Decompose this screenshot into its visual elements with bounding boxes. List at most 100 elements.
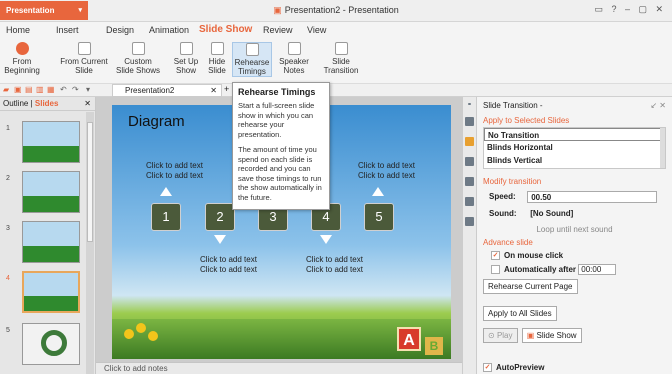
list-item[interactable]: Blinds Vertical xyxy=(484,154,665,167)
rehearse-timings-tooltip: Rehearse Timings Start a full-screen sli… xyxy=(232,82,330,210)
tab-view[interactable]: View xyxy=(307,25,326,35)
layout-icon[interactable] xyxy=(465,157,474,166)
tooltip-paragraph: The amount of time you spend on each sli… xyxy=(238,145,322,202)
document-tab[interactable]: Presentation2 ✕ xyxy=(112,84,222,97)
autopreview-option[interactable]: ✓ AutoPreview xyxy=(483,363,544,372)
hide-slide-icon xyxy=(210,42,224,55)
hide-slide-button[interactable]: Hide Slide xyxy=(205,42,229,75)
redo-icon[interactable]: ↷ xyxy=(72,85,79,94)
on-mouse-click-option[interactable]: ✓ On mouse click xyxy=(483,249,666,263)
speaker-notes-button[interactable]: Speaker Notes xyxy=(276,42,312,75)
up-arrow-icon xyxy=(372,187,384,196)
export-icon[interactable]: ▦ xyxy=(47,85,55,94)
checkbox-checked[interactable]: ✓ xyxy=(483,363,492,372)
diagram-step[interactable]: 5 xyxy=(364,203,394,231)
down-arrow-icon xyxy=(320,235,332,244)
window-controls[interactable]: ▭ ? – ▢ ✕ xyxy=(594,4,666,15)
quick-access-toolbar: ▰ ▣ ▤ ▥ ▦ ↶ ↷ ▾ xyxy=(0,84,672,97)
document-icon[interactable] xyxy=(465,117,474,126)
tab-animation[interactable]: Animation xyxy=(149,25,189,35)
animation-icon[interactable] xyxy=(465,177,474,186)
tooltip-paragraph: Start a full-screen slide show in which … xyxy=(238,101,315,139)
collapse-icon[interactable] xyxy=(468,103,471,105)
backup-icon[interactable] xyxy=(465,217,474,226)
text-placeholder[interactable]: Click to add text Click to add text xyxy=(306,255,363,275)
scrollbar-thumb[interactable] xyxy=(87,122,93,242)
rehearse-current-page-button[interactable]: Rehearse Current Page xyxy=(483,279,578,294)
rehearse-timings-button[interactable]: Rehearse Timings xyxy=(232,42,272,77)
text-placeholder[interactable]: Click to add text Click to add text xyxy=(200,255,257,275)
list-item[interactable]: No Transition xyxy=(484,128,665,141)
loop-checkbox[interactable]: Loop until next sound xyxy=(483,222,666,238)
ribbon: From Beginning From Current Slide Custom Sl… xyxy=(0,40,672,84)
pane-controls[interactable]: ↙ ✕ xyxy=(650,101,666,110)
open-icon[interactable]: ▰ xyxy=(3,85,9,94)
tab-home[interactable]: Home xyxy=(6,25,30,35)
tab-slides[interactable]: Slides xyxy=(35,99,59,108)
play-button[interactable]: ⊙ Play xyxy=(483,328,518,343)
sound-row: Sound: [No Sound] xyxy=(483,205,666,222)
from-beginning-button[interactable]: From Beginning xyxy=(2,42,42,75)
slide-number: 2 xyxy=(6,175,10,182)
list-item[interactable]: Blinds Horizontal xyxy=(484,141,665,154)
text-placeholder[interactable]: Click to add text Click to add text xyxy=(358,161,415,181)
notes-icon xyxy=(287,42,301,55)
tab-insert[interactable]: Insert xyxy=(56,25,79,35)
slide-number: 4 xyxy=(6,275,10,282)
set-up-show-button[interactable]: Set Up Show xyxy=(172,42,200,75)
shapes-icon[interactable] xyxy=(465,137,474,146)
tab-review[interactable]: Review xyxy=(263,25,293,35)
dropdown-icon[interactable]: ▾ xyxy=(86,85,90,94)
tab-design[interactable]: Design xyxy=(106,25,134,35)
diagram-step[interactable]: 1 xyxy=(151,203,181,231)
play-icon: ⊙ xyxy=(488,331,497,340)
auto-time-input[interactable]: 00:00 xyxy=(578,264,617,276)
sound-select[interactable]: [No Sound] xyxy=(527,208,657,220)
document-title: ▣ Presentation2 - Presentation xyxy=(273,5,399,15)
slide-transition-pane: Slide Transition - ↙ ✕ Apply to Selected… xyxy=(476,97,672,374)
custom-show-icon xyxy=(131,42,145,55)
slide-show-button[interactable]: ▣ Slide Show xyxy=(521,328,582,343)
title-bar: Presentation ▾ ▣ Presentation2 - Presenta… xyxy=(0,0,672,22)
tab-outline[interactable]: Outline xyxy=(3,99,28,108)
section-heading: Modify transition xyxy=(483,177,542,186)
undo-icon[interactable]: ↶ xyxy=(60,85,67,94)
slide-thumbnail-4[interactable] xyxy=(22,271,80,313)
text-placeholder[interactable]: Click to add text Click to add text xyxy=(146,161,203,181)
apply-to-all-slides-button[interactable]: Apply to All Slides xyxy=(483,306,557,321)
slide-title[interactable]: Diagram xyxy=(128,113,185,130)
slide-transition-button[interactable]: Slide Transition xyxy=(320,42,362,75)
slide-thumbnail-3[interactable] xyxy=(22,221,80,263)
menu-bar: Home Insert Design Animation Slide Show … xyxy=(0,22,672,40)
notes-field[interactable]: Click to add notes xyxy=(96,362,462,374)
speed-input[interactable]: 00.50 xyxy=(527,190,658,203)
slide-thumbnail-1[interactable] xyxy=(22,121,80,163)
slide-number: 1 xyxy=(6,125,10,132)
play-icon xyxy=(15,42,29,55)
close-icon[interactable]: ✕ xyxy=(84,97,91,110)
transition-list[interactable]: No Transition Blinds Horizontal Blinds V… xyxy=(483,127,666,169)
list-scrollbar[interactable] xyxy=(660,128,665,168)
slide-thumbnail-5[interactable] xyxy=(22,323,80,365)
from-current-slide-button[interactable]: From Current Slide xyxy=(54,42,114,75)
up-arrow-icon xyxy=(160,187,172,196)
close-icon[interactable]: ✕ xyxy=(210,85,217,96)
slide-thumbnail-2[interactable] xyxy=(22,171,80,213)
presentation-icon: ▣ xyxy=(273,5,282,15)
preview-icon[interactable]: ▥ xyxy=(36,85,44,94)
transition-icon[interactable] xyxy=(465,197,474,206)
custom-slide-shows-button[interactable]: Custom Slide Shows xyxy=(114,42,162,75)
checkbox-checked[interactable]: ✓ xyxy=(491,251,500,261)
panel-tabs: Outline | Slides ✕ xyxy=(0,97,95,111)
print-icon[interactable]: ▤ xyxy=(25,85,33,94)
diagram-step[interactable]: 2 xyxy=(205,203,235,231)
speed-row: Speed: 00.50 xyxy=(483,188,666,205)
automatically-after-option[interactable]: Automatically after 00:00 xyxy=(483,263,666,277)
slide-number: 3 xyxy=(6,225,10,232)
save-icon[interactable]: ▣ xyxy=(14,85,22,94)
flower-decoration xyxy=(124,329,134,339)
tab-slide-show[interactable]: Slide Show xyxy=(199,24,252,35)
new-tab-icon[interactable]: + xyxy=(224,84,229,94)
panel-scrollbar[interactable] xyxy=(86,112,94,374)
checkbox[interactable] xyxy=(491,265,500,275)
